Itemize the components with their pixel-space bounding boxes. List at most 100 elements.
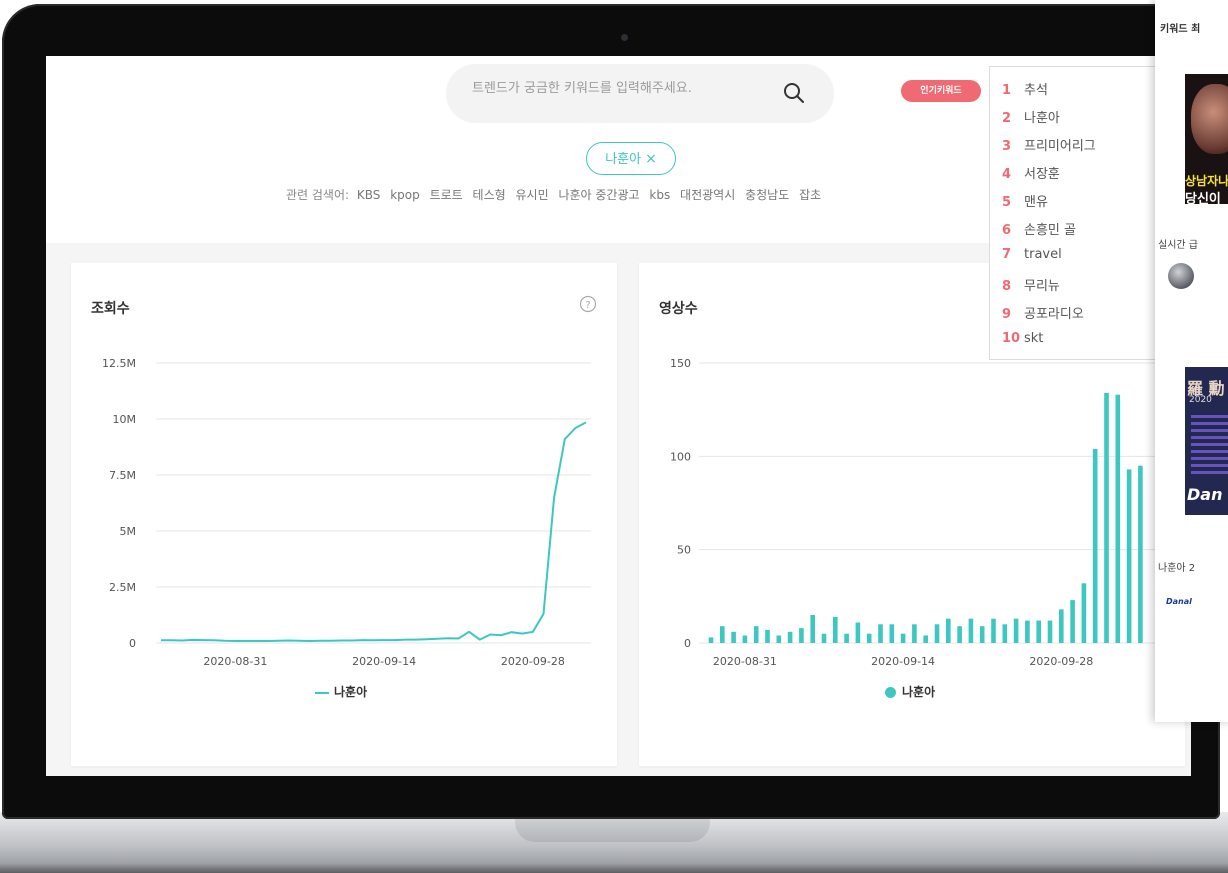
bar: [878, 624, 883, 643]
rank-label: 무리뉴: [1024, 279, 1060, 294]
bar: [900, 633, 906, 643]
ranking-item[interactable]: 4 서장훈: [1002, 163, 1060, 182]
bar: [957, 626, 962, 643]
bar: [765, 629, 770, 643]
keyword-chip[interactable]: 나훈아 ×: [586, 142, 676, 175]
danal-logo: Danal: [1166, 597, 1192, 606]
thumbnail-year: 2020: [1189, 395, 1212, 405]
bar: [1126, 469, 1132, 643]
bar: [1059, 609, 1064, 643]
related-item[interactable]: 잡초: [799, 188, 821, 202]
related-item[interactable]: 테스형: [473, 188, 506, 202]
y-tick-label: 10M: [113, 413, 137, 426]
bar: [855, 622, 861, 643]
ranking-item[interactable]: 3 프리미어리그: [1002, 135, 1096, 154]
bar: [912, 624, 917, 643]
ranking-item[interactable]: 2 나훈아: [1002, 107, 1060, 126]
help-icon[interactable]: ?: [579, 295, 597, 313]
bar: [1138, 465, 1143, 643]
bar: [1013, 618, 1019, 643]
y-tick-label: 0: [129, 637, 136, 650]
y-tick-label: 100: [670, 450, 691, 463]
ranking-item[interactable]: 10 skt: [1002, 331, 1043, 346]
search-icon[interactable]: [782, 81, 806, 105]
ranking-item[interactable]: 9 공포라디오: [1002, 303, 1084, 322]
related-item[interactable]: kpop: [390, 188, 420, 202]
bar: [1092, 448, 1098, 643]
rank-number: 2: [1002, 111, 1012, 126]
ranking-item[interactable]: 1 추석: [1002, 79, 1048, 98]
channel-avatar[interactable]: [1168, 263, 1194, 289]
views-panel: 조회수 ? 0 2.5M 5M 7.5M 10M 12.5M 2020-08-31 2020-…: [71, 263, 617, 766]
bar: [923, 635, 928, 643]
bar: [1025, 620, 1030, 643]
search-box[interactable]: [446, 64, 834, 123]
x-tick-label: 2020-08-31: [203, 655, 267, 668]
bar: [833, 616, 838, 643]
views-title: 조회수: [91, 301, 130, 317]
bar: [1115, 394, 1121, 643]
thumbnail-caption: 당신이: [1185, 192, 1221, 204]
ranking-item[interactable]: 7 travel: [1002, 247, 1062, 262]
related-item[interactable]: 나훈아 중간광고: [558, 188, 639, 202]
bar: [720, 626, 725, 643]
keyword-chip-label: 나훈아: [605, 152, 642, 167]
bar: [1070, 600, 1075, 643]
x-tick-label: 2020-09-14: [871, 655, 935, 668]
y-tick-label: 50: [677, 544, 691, 557]
y-tick-label: 0: [684, 637, 691, 650]
bar: [821, 633, 827, 643]
rank-number: 10: [1002, 331, 1021, 346]
card-title: 키워드 최: [1160, 24, 1201, 35]
related-item[interactable]: 충청남도: [745, 188, 789, 202]
thumbnail-caption: 상남자나: [1185, 174, 1228, 188]
ranking-item[interactable]: 8 무리뉴: [1002, 275, 1060, 294]
ranking-item[interactable]: 5 맨유: [1002, 191, 1048, 210]
bar: [889, 624, 895, 643]
rank-label: 프리미어리그: [1024, 139, 1096, 154]
views-chart: 0 2.5M 5M 7.5M 10M 12.5M 2020-08-31 2020-09-14 2…: [102, 357, 591, 668]
thumbnail-face: [1191, 84, 1228, 154]
bar: [1047, 620, 1053, 643]
related-item[interactable]: KBS: [357, 188, 381, 202]
x-tick-label: 2020-09-14: [352, 655, 416, 668]
rank-number: 7: [1002, 247, 1012, 262]
related-item[interactable]: 대전광역시: [680, 188, 735, 202]
bar: [787, 631, 793, 643]
rank-label: travel: [1024, 247, 1062, 262]
rank-number: 9: [1002, 307, 1012, 322]
videos-chart: 0 50 100 150 2020-08-31 2020-09-14 2020-09-28: [670, 357, 1179, 668]
related-item[interactable]: 유시민: [516, 188, 549, 202]
thumbnail-graphic: [1191, 415, 1228, 475]
video-title[interactable]: 나훈아 2: [1158, 559, 1195, 574]
camera-icon: [621, 34, 628, 41]
y-tick-label: 7.5M: [109, 469, 136, 482]
rank-label: 서장훈: [1024, 167, 1060, 182]
video-thumbnail[interactable]: 상남자나 당신이: [1185, 74, 1228, 204]
videos-legend-label: 나훈아: [902, 685, 936, 699]
legend-line-icon: [315, 691, 329, 694]
rank-number: 1: [1002, 83, 1012, 98]
bar: [708, 637, 714, 643]
bar: [844, 633, 849, 643]
videos-title: 영상수: [659, 301, 698, 317]
search-input[interactable]: [472, 81, 762, 96]
legend-dot-icon: [885, 687, 896, 698]
rank-label: 공포라디오: [1024, 307, 1084, 322]
related-item[interactable]: kbs: [649, 188, 670, 202]
rank-number: 6: [1002, 223, 1012, 238]
bar: [1081, 583, 1087, 643]
video-thumbnail[interactable]: 羅 勳 2020 Dan: [1185, 367, 1228, 515]
rank-label: 추석: [1024, 83, 1048, 98]
bar: [731, 631, 736, 643]
y-tick-label: 2.5M: [109, 581, 136, 594]
bar: [753, 626, 759, 643]
bar: [810, 615, 815, 643]
hot-keywords-button[interactable]: 인기키워드: [901, 80, 981, 102]
ranking-item[interactable]: 6 손흥민 골: [1002, 219, 1076, 238]
related-item[interactable]: 트로트: [430, 188, 463, 202]
close-icon[interactable]: ×: [645, 151, 657, 167]
related-label: 관련 검색어:: [286, 188, 350, 202]
rank-label: skt: [1024, 331, 1044, 346]
rank-label: 나훈아: [1024, 111, 1060, 126]
